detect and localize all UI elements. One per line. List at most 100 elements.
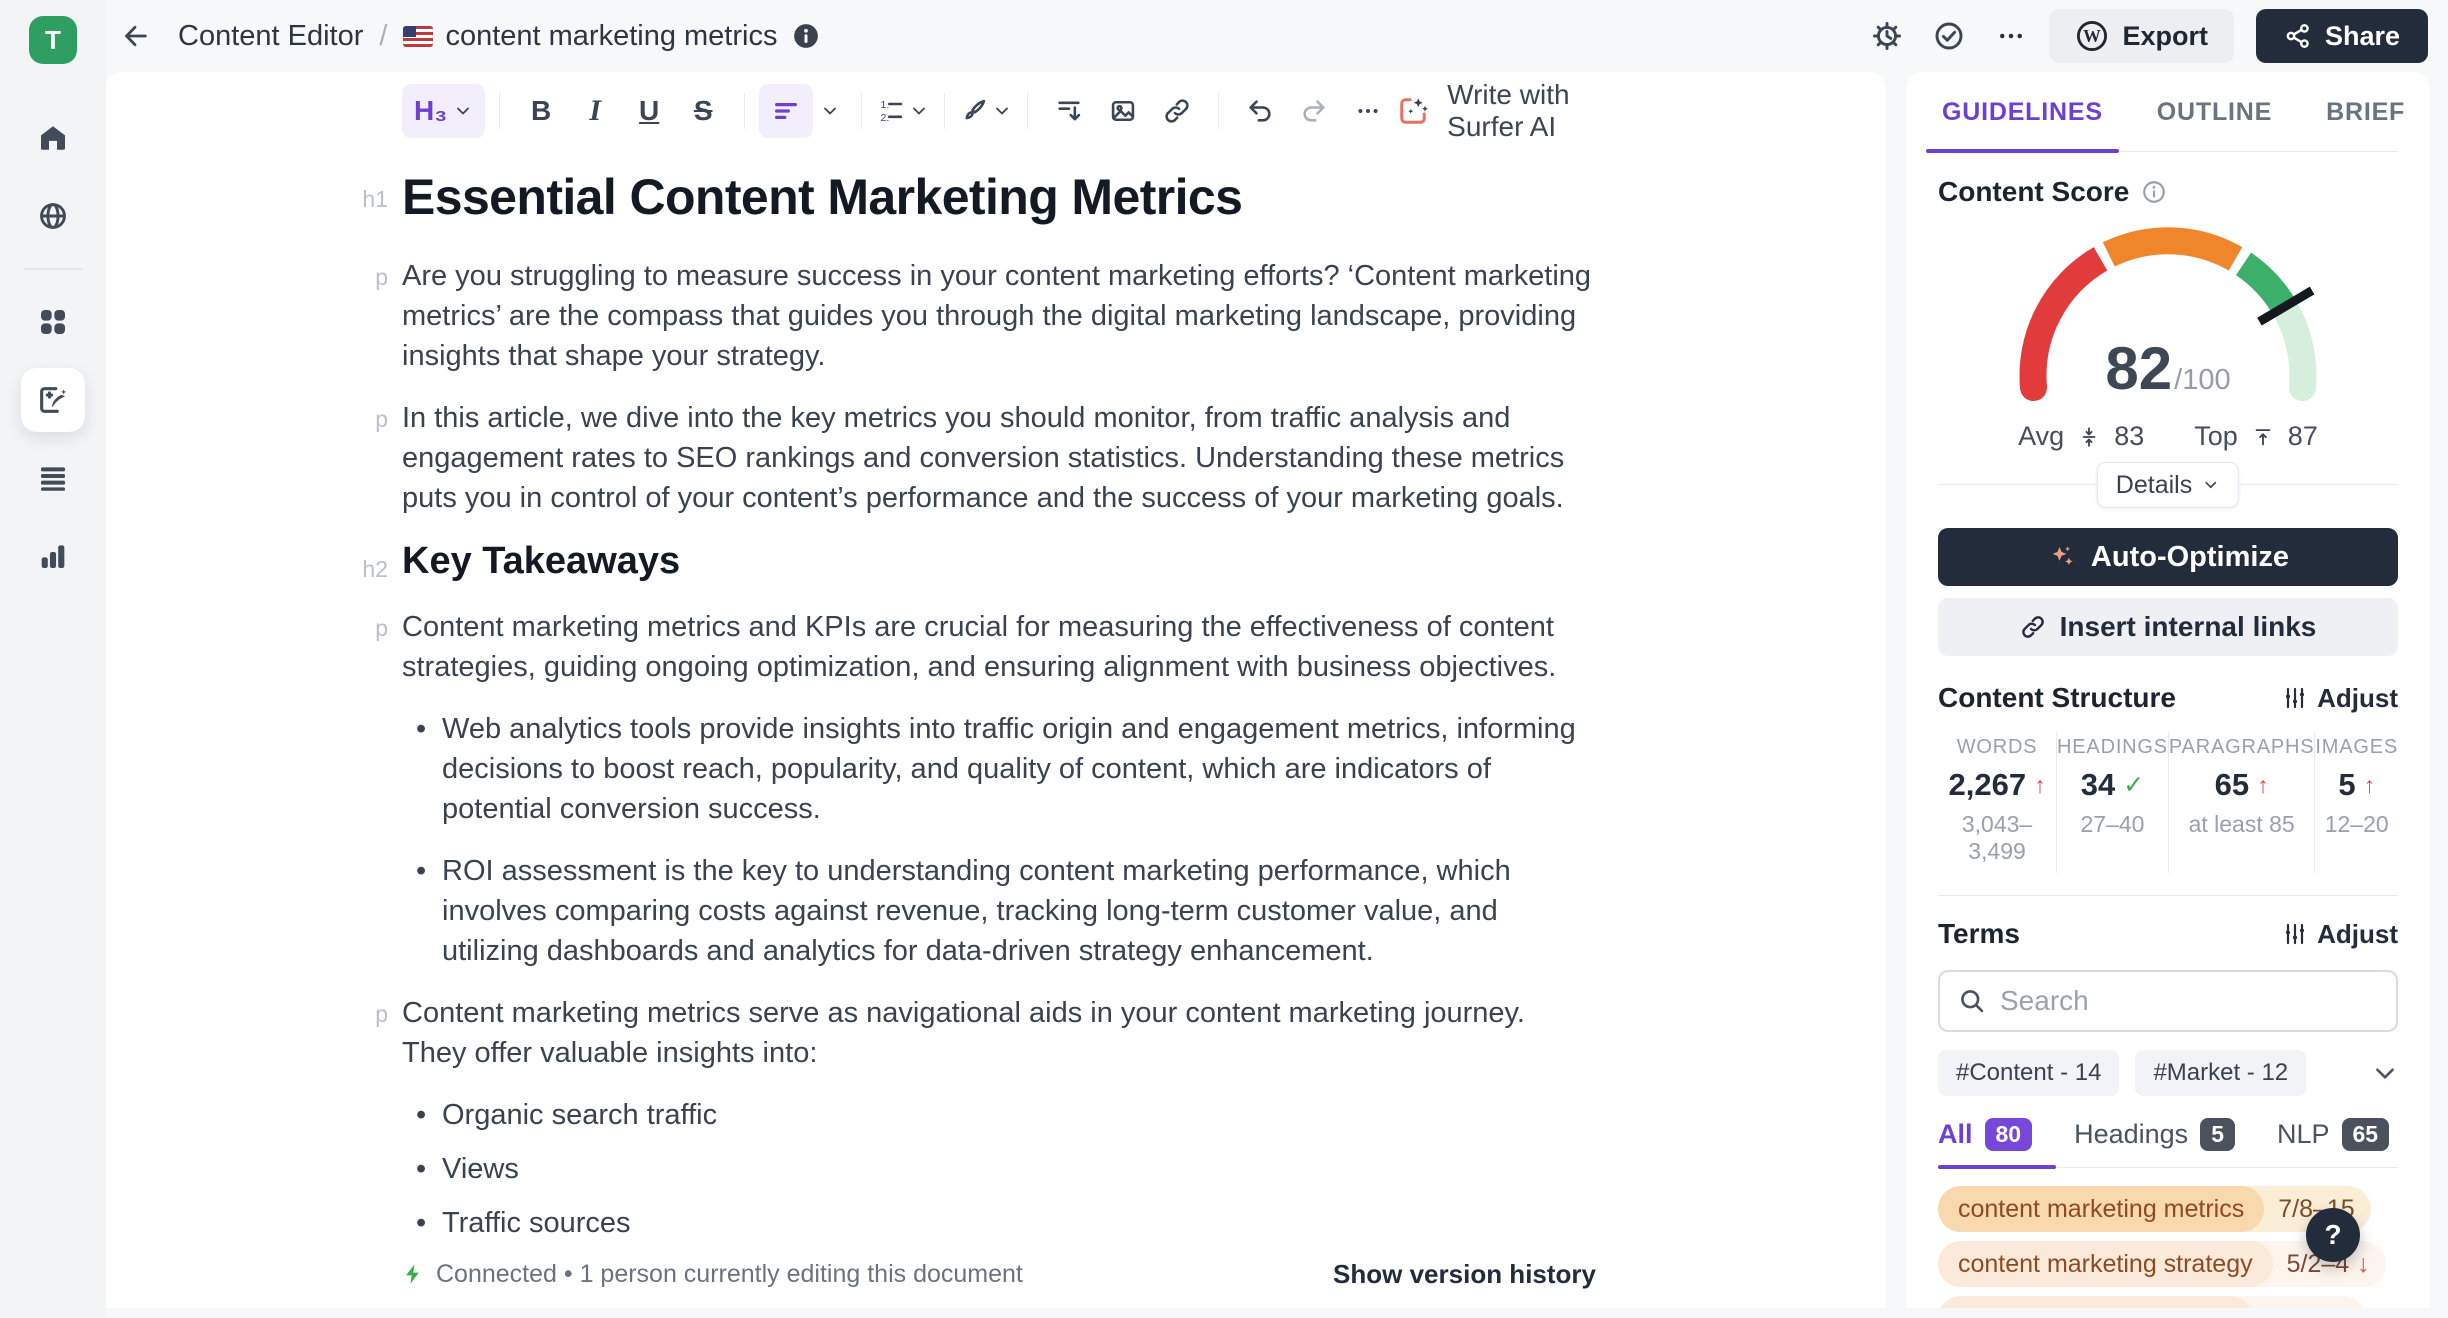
check-circle-icon [1933,20,1965,52]
heading-block: h1 Essential Content Marketing Metrics [362,168,1596,226]
top-bar-actions: W Export Share [1863,9,2428,63]
underline-button[interactable]: U [622,84,676,138]
content-score-gauge: 82 /100 [2006,218,2330,403]
sidebar-item-documents[interactable] [21,446,85,510]
help-button[interactable]: ? [2306,1208,2360,1262]
expand-filters-button[interactable] [2372,1060,2398,1086]
alignment-dropdown[interactable] [813,84,847,138]
workspace-avatar[interactable]: T [29,16,77,64]
insert-link-button[interactable] [1150,84,1204,138]
terms-tab-label: Headings [2074,1119,2189,1149]
us-flag-icon [403,25,434,47]
export-label: Export [2122,20,2208,51]
terms-tab-nlp[interactable]: NLP 65 [2276,1118,2390,1151]
avg-value: 83 [2114,421,2145,451]
terms-adjust-button[interactable]: Adjust [2283,919,2398,950]
sidebar-item-analytics[interactable] [21,524,85,588]
document-editor[interactable]: h1 Essential Content Marketing Metrics p… [106,150,1886,1246]
toolbar-more-button[interactable] [1341,84,1395,138]
doc-paragraph: Are you struggling to measure success in… [402,260,1592,372]
sidebar-divider [24,268,82,270]
heading-style-select[interactable]: H₃ [402,84,486,138]
stat-paragraphs: PARAGRAPHS 65 ↑ at least 85 [2167,732,2314,873]
breadcrumb-separator: / [379,19,388,52]
term-chip[interactable]: content marketing efforts 7/3–4 ↓ [1938,1296,2366,1308]
paragraph-block: p In this article, we dive into the key … [375,398,1596,518]
indent-down-icon [1055,97,1083,125]
align-left-icon [772,97,800,125]
terms-tab-headings[interactable]: Headings 5 [2074,1118,2235,1151]
write-with-surfer-ai-button[interactable]: Write with Surfer AI [1395,79,1596,143]
toolbar-divider [499,93,501,129]
tab-guidelines[interactable]: GUIDELINES [1926,98,2119,153]
terms-tab-label: NLP [2276,1119,2330,1149]
show-version-history-link[interactable]: Show version history [1333,1259,1596,1290]
bold-button[interactable]: B [514,84,568,138]
list-button[interactable]: 1. 2. [876,84,930,138]
terms-tab-count: 80 [1984,1118,2033,1151]
top-value: 87 [2287,421,2318,451]
strikethrough-button[interactable]: S [676,84,730,138]
link-icon [1163,97,1191,125]
more-options-button[interactable] [1987,12,2035,60]
avg-icon [2078,426,2100,448]
italic-button[interactable]: I [568,84,622,138]
stat-range: 27–40 [2080,811,2145,837]
info-icon[interactable] [791,21,821,51]
trend-down-icon: ↓ [2337,1305,2350,1309]
details-button[interactable]: Details [2096,462,2240,508]
export-button[interactable]: W Export [2049,9,2234,63]
insert-break-button[interactable] [1042,84,1096,138]
link-icon [2020,614,2046,640]
sidebar-item-home[interactable] [21,106,85,170]
filter-chip-market[interactable]: #Market - 12 [2135,1050,2307,1096]
back-button[interactable] [112,12,160,60]
doc-paragraph: In this article, we dive into the key me… [402,402,1565,514]
structure-adjust-button[interactable]: Adjust [2283,683,2398,714]
checks-button[interactable] [1925,12,1973,60]
chevron-down-icon [820,101,840,121]
chevron-down-icon [453,101,473,121]
tab-brief[interactable]: BRIEF [2322,98,2409,151]
stat-value: 34 [2080,767,2116,802]
share-button[interactable]: Share [2255,9,2428,63]
document-title[interactable]: content marketing metrics [445,20,777,53]
bullet-list: Web analytics tools provide insights int… [402,709,1596,971]
sidebar-item-dashboard[interactable] [21,290,85,354]
list-item: ROI assessment is the key to understandi… [416,851,1596,971]
settings-button[interactable] [1863,12,1911,60]
sidebar-item-content-editor[interactable] [21,368,85,432]
search-input[interactable] [2000,985,2378,1017]
stat-words: WORDS 2,267 ↑ 3,043–3,499 [1938,732,2056,873]
stat-range: at least 85 [2188,811,2295,837]
sidebar-item-domains[interactable] [21,184,85,248]
italic-label: I [589,94,602,127]
sparkles-icon [2047,542,2077,572]
content-score-title: Content Score [1938,176,2130,207]
stat-label: IMAGES [2315,736,2398,758]
redo-button[interactable] [1287,84,1341,138]
trend-up-icon: ↑ [2034,771,2046,798]
terms-tab-all[interactable]: All 80 [1938,1118,2033,1151]
term-chip[interactable]: content marketing metrics 7/8–15 [1938,1186,2371,1232]
list-item: Traffic sources [416,1203,1596,1243]
block-type-marker: h2 [362,556,388,582]
undo-button[interactable] [1233,84,1287,138]
back-arrow-icon [121,21,151,51]
section-divider [1938,895,2398,896]
term-filters: #Content - 14 #Market - 12 [1938,1050,2398,1096]
auto-optimize-button[interactable]: Auto-Optimize [1938,528,2398,586]
alignment-button[interactable] [759,84,814,138]
chevron-down-icon [909,101,929,121]
insert-internal-links-button[interactable]: Insert internal links [1938,598,2398,656]
toolbar-divider [944,93,946,129]
brush-button[interactable] [959,84,1013,138]
filter-chip-content[interactable]: #Content - 14 [1938,1050,2120,1096]
info-icon[interactable] [2141,179,2167,205]
content-score-header: Content Score [1938,176,2398,208]
breadcrumb-section[interactable]: Content Editor [178,20,363,53]
insert-image-button[interactable] [1096,84,1150,138]
stat-label: HEADINGS [2057,736,2168,758]
wordpress-icon: W [2075,19,2109,53]
tab-outline[interactable]: OUTLINE [2153,98,2276,151]
